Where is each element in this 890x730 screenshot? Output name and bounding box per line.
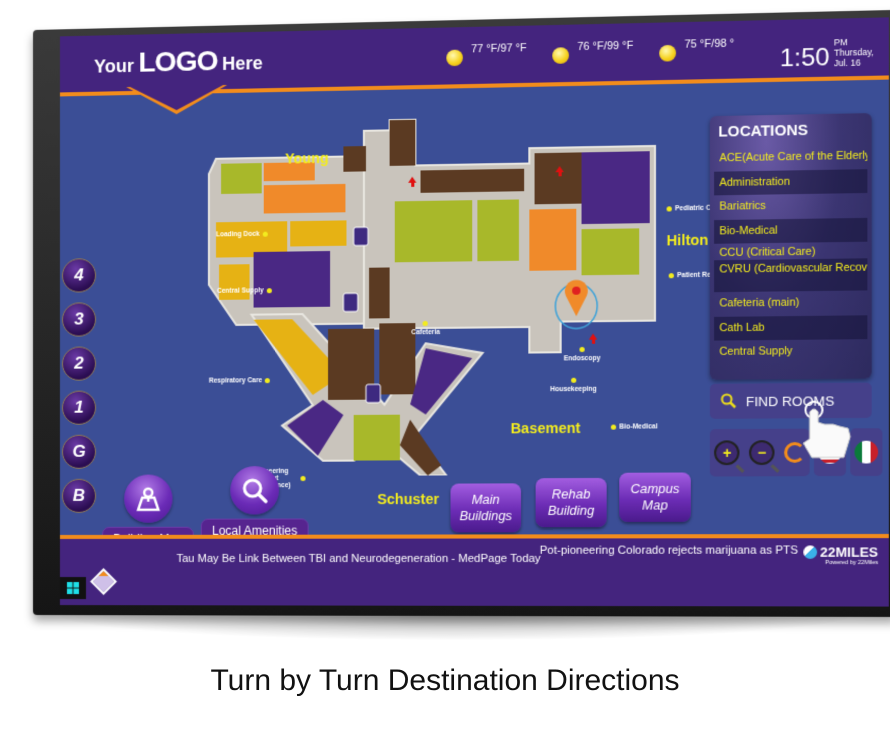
poi-dot xyxy=(423,320,429,327)
logo-suffix: Here xyxy=(222,52,263,74)
poi-label: Loading Dock xyxy=(216,230,260,239)
temperature: 76 °F/99 °F xyxy=(577,39,634,54)
location-item[interactable]: Central Supply xyxy=(714,339,867,365)
poi-central-supply[interactable]: Central Supply xyxy=(217,287,272,295)
temperature: 77 °F/97 °F xyxy=(471,42,527,56)
mexico-flag-icon xyxy=(854,440,879,464)
poi-label: Respiratory Care xyxy=(208,377,263,385)
floor-button-g[interactable]: G xyxy=(61,434,97,469)
poi-label: Endoscopy xyxy=(563,354,601,363)
logo: Your LOGO Here xyxy=(94,44,263,80)
floor-button-3[interactable]: 3 xyxy=(61,302,97,337)
building-label-schuster: Schuster xyxy=(377,490,440,508)
building-label-young: Young xyxy=(285,149,329,167)
poi-label: Cafeteria xyxy=(411,328,440,337)
floor-button-4[interactable]: 4 xyxy=(61,258,97,293)
map-pin-icon xyxy=(123,474,173,523)
floor-button-1[interactable]: 1 xyxy=(61,390,97,425)
logo-prefix: Your xyxy=(94,55,134,77)
location-item[interactable]: CCU (Critical Care) xyxy=(714,242,867,261)
location-item[interactable]: Bariatrics xyxy=(714,193,867,220)
kiosk-screen: Your LOGO Here 77 °F/97 °F 76 °F/99 °F 7… xyxy=(59,17,889,607)
main-buildings-button[interactable]: Main Buildings xyxy=(450,483,522,533)
location-item[interactable]: CVRU (Cardiovascular Recovery xyxy=(714,258,868,293)
footer-bar: Tau May Be Link Between TBI and Neurodeg… xyxy=(59,538,889,607)
floor-map[interactable]: Young Hilton Basement Schuster Loading D… xyxy=(191,103,742,507)
locations-title: LOCATIONS xyxy=(718,122,808,141)
brand-name: 22MILES xyxy=(820,544,879,560)
poi-housekeeping[interactable]: Housekeeping xyxy=(550,377,597,394)
poi-dot xyxy=(579,346,585,353)
poi-dot xyxy=(266,288,272,294)
poi-dot xyxy=(265,378,271,384)
caption: Turn by Turn Destination Directions xyxy=(210,664,680,697)
poi-dot xyxy=(262,231,268,237)
poi-dot xyxy=(666,206,672,212)
location-item[interactable]: ACE(Acute Care of the Elderly) xyxy=(714,144,867,171)
floor-button-b[interactable]: B xyxy=(61,478,97,513)
building-label-hilton: Hilton xyxy=(666,231,709,249)
header-notch-fill xyxy=(130,85,224,112)
local-amenities-button[interactable]: Local Amenities xyxy=(200,465,309,543)
news-ticker-item: Tau May Be Link Between TBI and Neurodeg… xyxy=(176,552,541,566)
locations-list: ACE(Acute Care of the Elderly) Administr… xyxy=(714,144,868,365)
campus-map-button[interactable]: Campus Map xyxy=(619,472,691,522)
clock-time: 1:50 xyxy=(779,43,830,73)
search-icon xyxy=(720,393,737,410)
building-main[interactable] xyxy=(343,115,655,354)
brand-22miles: 22MILES Powered by 22Miles xyxy=(803,544,878,566)
poi-bio-medical[interactable]: Bio-Medical xyxy=(610,423,658,431)
windows-icon xyxy=(66,582,79,595)
zoom-out-icon[interactable]: − xyxy=(749,440,775,466)
logo-main: LOGO xyxy=(138,44,218,78)
floor-button-2[interactable]: 2 xyxy=(61,346,97,381)
location-item[interactable]: Bio-Medical xyxy=(714,217,868,244)
poi-loading-dock[interactable]: Loading Dock xyxy=(216,230,268,239)
sun-icon xyxy=(446,49,463,67)
monitor-bezel: Your LOGO Here 77 °F/97 °F 76 °F/99 °F 7… xyxy=(33,9,890,617)
poi-respiratory-care[interactable]: Respiratory Care xyxy=(208,377,271,385)
poi-label: Central Supply xyxy=(217,287,264,295)
location-item[interactable]: Cafeteria (main) xyxy=(714,290,867,316)
sun-icon xyxy=(552,47,569,64)
sun-icon xyxy=(659,44,677,62)
poi-label: Housekeeping xyxy=(550,385,597,394)
red-arrow-icon xyxy=(408,176,417,183)
red-arrow-icon xyxy=(555,166,564,173)
poi-dot xyxy=(610,424,617,430)
weather-day-1: 77 °F/97 °F xyxy=(446,42,527,67)
poi-endoscopy[interactable]: Endoscopy xyxy=(563,346,601,363)
temperature: 75 °F/98 ° xyxy=(684,37,735,51)
zoom-in-icon[interactable]: + xyxy=(714,440,740,466)
red-arrow-icon xyxy=(588,333,598,340)
clock-date: Thursday, Jul. 16 xyxy=(833,46,874,69)
news-ticker-item: Pot-pioneering Colorado rejects marijuan… xyxy=(539,544,799,557)
poi-dot xyxy=(668,273,674,279)
floor-selector: 4 3 2 1 G B xyxy=(61,258,97,513)
poi-cafeteria[interactable]: Cafeteria xyxy=(411,320,440,337)
location-item[interactable]: Administration xyxy=(714,168,868,196)
building-label-basement: Basement xyxy=(510,419,581,437)
clock: 1:50 PM Thursday, Jul. 16 xyxy=(779,36,889,73)
rehab-building-button[interactable]: Rehab Building xyxy=(535,477,607,528)
brand-logo-icon xyxy=(803,545,817,559)
hand-pointer-icon xyxy=(801,399,852,459)
weather-day-3: 75 °F/98 ° xyxy=(659,37,735,62)
poi-dot xyxy=(570,377,577,383)
poi-label: Bio-Medical xyxy=(619,423,658,431)
location-item[interactable]: Cath Lab xyxy=(714,314,868,341)
map-controls: + − xyxy=(709,428,810,477)
windows-start-button[interactable] xyxy=(59,577,86,600)
language-spanish-button[interactable] xyxy=(850,428,883,477)
powered-by: Powered by 22Miles xyxy=(825,559,879,567)
weather-day-2: 76 °F/99 °F xyxy=(552,40,633,64)
search-icon xyxy=(230,465,280,515)
locations-panel: LOCATIONS ACE(Acute Care of the Elderly)… xyxy=(709,113,872,380)
